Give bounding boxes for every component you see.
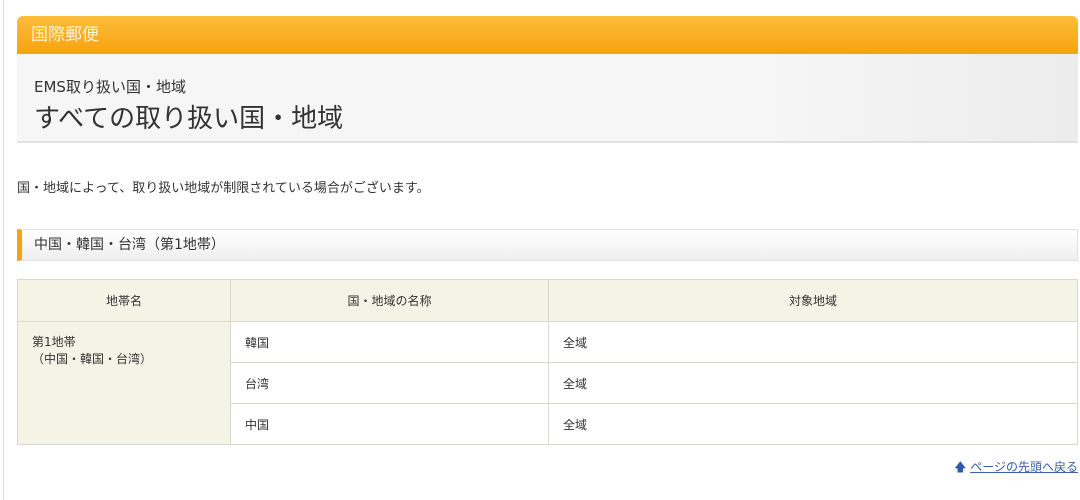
table-header-row: 地帯名 国・地域の名称 対象地域 — [17, 279, 1078, 322]
section-heading: 中国・韓国・台湾（第1地帯） — [17, 229, 1078, 261]
page-title: すべての取り扱い国・地域 — [34, 104, 344, 134]
zone-cell: 第1地帯 （中国・韓国・台湾） — [17, 321, 231, 445]
header-area: 対象地域 — [548, 279, 1078, 322]
zone-name: 第1地帯 — [32, 335, 76, 349]
intro-text: 国・地域によって、取り扱い地域が制限されている場合がございます。 — [17, 181, 430, 196]
header-country: 国・地域の名称 — [230, 279, 549, 322]
zone-table: 地帯名 国・地域の名称 対象地域 第1地帯 （中国・韓国・台湾） 韓国 全域 台湾… — [17, 279, 1078, 445]
country-cell: 韓国 — [230, 321, 549, 363]
area-cell: 全域 — [548, 403, 1078, 445]
zone-countries: （中国・韓国・台湾） — [32, 352, 153, 366]
country-cell: 台湾 — [230, 362, 549, 404]
back-to-top-link[interactable]: ページの先頭へ戻る — [970, 460, 1078, 474]
banner: 国際郵便 — [17, 16, 1078, 54]
header-zone: 地帯名 — [17, 279, 231, 322]
page-header: EMS取り扱い国・地域 すべての取り扱い国・地域 — [17, 54, 1078, 143]
area-cell: 全域 — [548, 362, 1078, 404]
arrow-up-icon: 🡅 — [954, 460, 967, 474]
country-cell: 中国 — [230, 403, 549, 445]
page-subtitle: EMS取り扱い国・地域 — [34, 78, 186, 96]
table-row: 第1地帯 （中国・韓国・台湾） 韓国 全域 — [17, 321, 1078, 445]
back-to-top[interactable]: 🡅 ページの先頭へ戻る — [954, 458, 1078, 479]
page-edge — [3, 0, 4, 500]
area-cell: 全域 — [548, 321, 1078, 363]
